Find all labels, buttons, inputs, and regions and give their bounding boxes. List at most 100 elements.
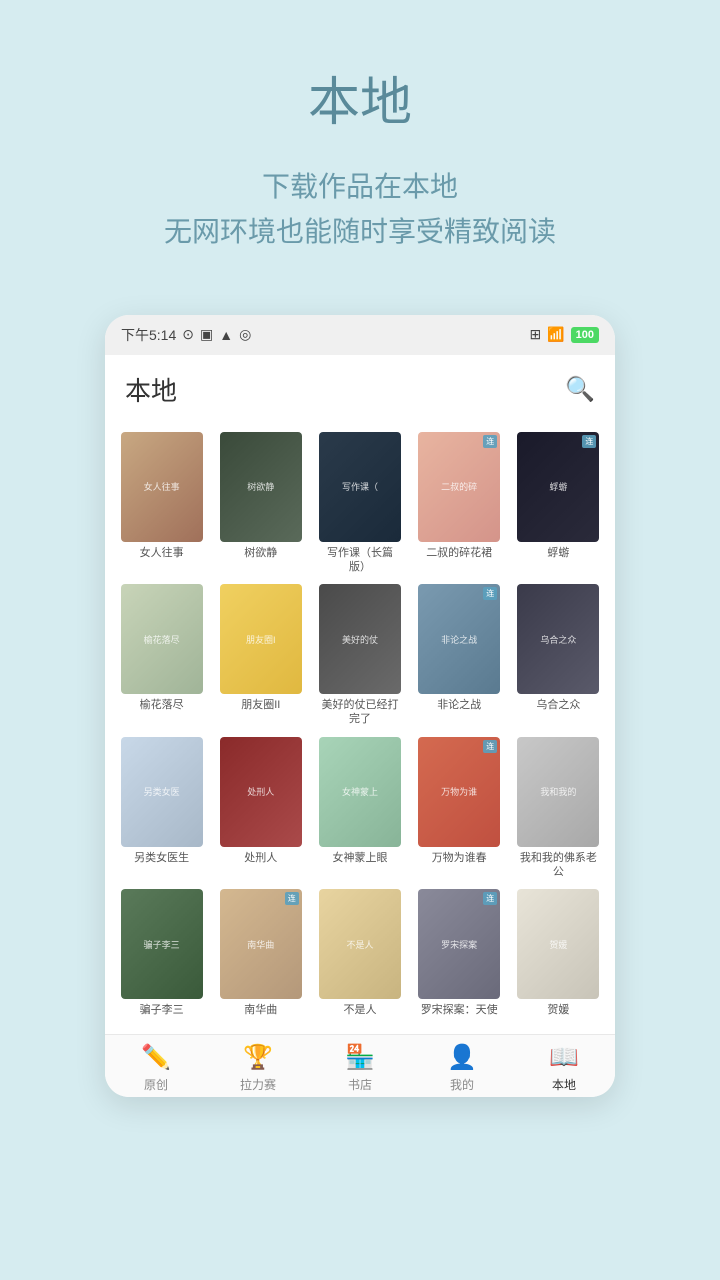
book-cover: 朋友圈I <box>220 584 302 694</box>
book-item[interactable]: 女人往事女人往事 <box>117 432 206 575</box>
book-cover: 连非论之战 <box>418 584 500 694</box>
book-title: 骗子李三 <box>121 1003 203 1017</box>
status-icon-2: ▣ <box>200 326 213 343</box>
book-item[interactable]: 连万物为谁万物为谁春 <box>415 737 504 880</box>
nav-icon-shudian: 🏪 <box>345 1043 375 1072</box>
book-title: 非论之战 <box>418 698 500 712</box>
promo-area: 本地 下载作品在本地 无网环境也能随时享受精致阅读 <box>0 0 720 295</box>
bottom-nav: ✏️ 原创 🏆 拉力赛 🏪 书店 👤 我的 📖 本地 <box>105 1034 615 1097</box>
book-item[interactable]: 另类女医另类女医生 <box>117 737 206 880</box>
book-item[interactable]: 树欲静树欲静 <box>216 432 305 575</box>
book-cover: 连蜉蝣 <box>517 432 599 542</box>
nav-icon-lalisai: 🏆 <box>243 1043 273 1072</box>
promo-subtitle: 下载作品在本地 无网环境也能随时享受精致阅读 <box>164 165 556 255</box>
book-item[interactable]: 女神蒙上女神蒙上眼 <box>315 737 404 880</box>
status-icon-4: ◎ <box>239 326 251 343</box>
book-cover: 连万物为谁 <box>418 737 500 847</box>
nav-icon-yuanchuang: ✏️ <box>141 1043 171 1072</box>
book-item[interactable]: 贺媛贺媛 <box>514 889 603 1017</box>
book-grid: 女人往事女人往事树欲静树欲静写作课（写作课（长篇版）连二叔的碎二叔的碎花裙连蜉蝣… <box>105 424 615 1034</box>
book-item[interactable]: 我和我的我和我的佛系老公 <box>514 737 603 880</box>
book-item[interactable]: 连非论之战非论之战 <box>415 584 504 727</box>
nav-label-lalisai: 拉力赛 <box>240 1076 276 1093</box>
book-title: 树欲静 <box>220 546 302 560</box>
book-item[interactable]: 美好的仗美好的仗已经打完了 <box>315 584 404 727</box>
book-badge: 连 <box>582 435 596 448</box>
nav-item-yuanchuang[interactable]: ✏️ 原创 <box>105 1043 207 1093</box>
wifi-icon: 📶 <box>547 326 564 343</box>
book-cover: 另类女医 <box>121 737 203 847</box>
nav-item-bendi[interactable]: 📖 本地 <box>513 1043 615 1093</box>
nav-icon-bendi: 📖 <box>549 1043 579 1072</box>
book-item[interactable]: 连蜉蝣蜉蝣 <box>514 432 603 575</box>
book-item[interactable]: 榆花落尽榆花落尽 <box>117 584 206 727</box>
book-title: 美好的仗已经打完了 <box>319 698 401 727</box>
book-title: 榆花落尽 <box>121 698 203 712</box>
book-badge: 连 <box>483 435 497 448</box>
nav-label-bendi: 本地 <box>552 1076 576 1093</box>
book-title: 写作课（长篇版） <box>319 546 401 575</box>
app-header: 本地 🔍 <box>105 355 615 424</box>
book-title: 朋友圈II <box>220 698 302 712</box>
book-badge: 连 <box>483 892 497 905</box>
nav-label-shudian: 书店 <box>348 1076 372 1093</box>
book-title: 二叔的碎花裙 <box>418 546 500 560</box>
nav-icon-wode: 👤 <box>447 1043 477 1072</box>
nav-label-wode: 我的 <box>450 1076 474 1093</box>
book-title: 另类女医生 <box>121 851 203 865</box>
nav-item-wode[interactable]: 👤 我的 <box>411 1043 513 1093</box>
book-cover: 贺媛 <box>517 889 599 999</box>
book-title: 南华曲 <box>220 1003 302 1017</box>
book-item[interactable]: 朋友圈I 朋友圈II <box>216 584 305 727</box>
book-title: 罗宋探案：天使 <box>418 1003 500 1017</box>
book-title: 处刑人 <box>220 851 302 865</box>
status-bar: 下午5:14 ⊙ ▣ ▲ ◎ ⊞ 📶 100 <box>105 315 615 355</box>
book-cover: 骗子李三 <box>121 889 203 999</box>
book-cover: 连南华曲 <box>220 889 302 999</box>
book-item[interactable]: 连南华曲南华曲 <box>216 889 305 1017</box>
nav-label-yuanchuang: 原创 <box>144 1076 168 1093</box>
book-item[interactable]: 处刑人处刑人 <box>216 737 305 880</box>
promo-title: 本地 <box>308 60 412 135</box>
book-badge: 连 <box>483 740 497 753</box>
book-cover: 不是人 <box>319 889 401 999</box>
time-display: 下午5:14 <box>121 325 176 345</box>
book-cover: 我和我的 <box>517 737 599 847</box>
book-title: 蜉蝣 <box>517 546 599 560</box>
book-cover: 写作课（ <box>319 432 401 542</box>
book-item[interactable]: 不是人不是人 <box>315 889 404 1017</box>
book-badge: 连 <box>285 892 299 905</box>
book-cover: 连罗宋探案 <box>418 889 500 999</box>
book-item[interactable]: 骗子李三骗子李三 <box>117 889 206 1017</box>
book-title: 不是人 <box>319 1003 401 1017</box>
book-title: 女神蒙上眼 <box>319 851 401 865</box>
book-title: 乌合之众 <box>517 698 599 712</box>
book-item[interactable]: 连二叔的碎二叔的碎花裙 <box>415 432 504 575</box>
book-item[interactable]: 写作课（ 写作课（长篇版） <box>315 432 404 575</box>
status-left: 下午5:14 ⊙ ▣ ▲ ◎ <box>121 325 251 345</box>
search-button[interactable]: 🔍 <box>565 375 595 404</box>
book-item[interactable]: 连罗宋探案罗宋探案：天使 <box>415 889 504 1017</box>
status-icon-3: ▲ <box>219 327 233 343</box>
status-right: ⊞ 📶 100 <box>529 326 599 343</box>
page-title: 本地 <box>125 371 177 408</box>
book-badge: 连 <box>483 587 497 600</box>
phone-mockup: 下午5:14 ⊙ ▣ ▲ ◎ ⊞ 📶 100 本地 🔍 女人往事女人往事树欲静树… <box>105 315 615 1097</box>
book-title: 女人往事 <box>121 546 203 560</box>
book-cover: 女神蒙上 <box>319 737 401 847</box>
book-cover: 树欲静 <box>220 432 302 542</box>
book-cover: 处刑人 <box>220 737 302 847</box>
book-title: 我和我的佛系老公 <box>517 851 599 880</box>
book-cover: 美好的仗 <box>319 584 401 694</box>
book-cover: 榆花落尽 <box>121 584 203 694</box>
screen-icon: ⊞ <box>529 326 541 343</box>
book-title: 贺媛 <box>517 1003 599 1017</box>
book-cover: 连二叔的碎 <box>418 432 500 542</box>
nav-item-lalisai[interactable]: 🏆 拉力赛 <box>207 1043 309 1093</box>
status-icon-1: ⊙ <box>182 326 194 343</box>
book-title: 万物为谁春 <box>418 851 500 865</box>
book-cover: 乌合之众 <box>517 584 599 694</box>
book-item[interactable]: 乌合之众乌合之众 <box>514 584 603 727</box>
nav-item-shudian[interactable]: 🏪 书店 <box>309 1043 411 1093</box>
book-cover: 女人往事 <box>121 432 203 542</box>
